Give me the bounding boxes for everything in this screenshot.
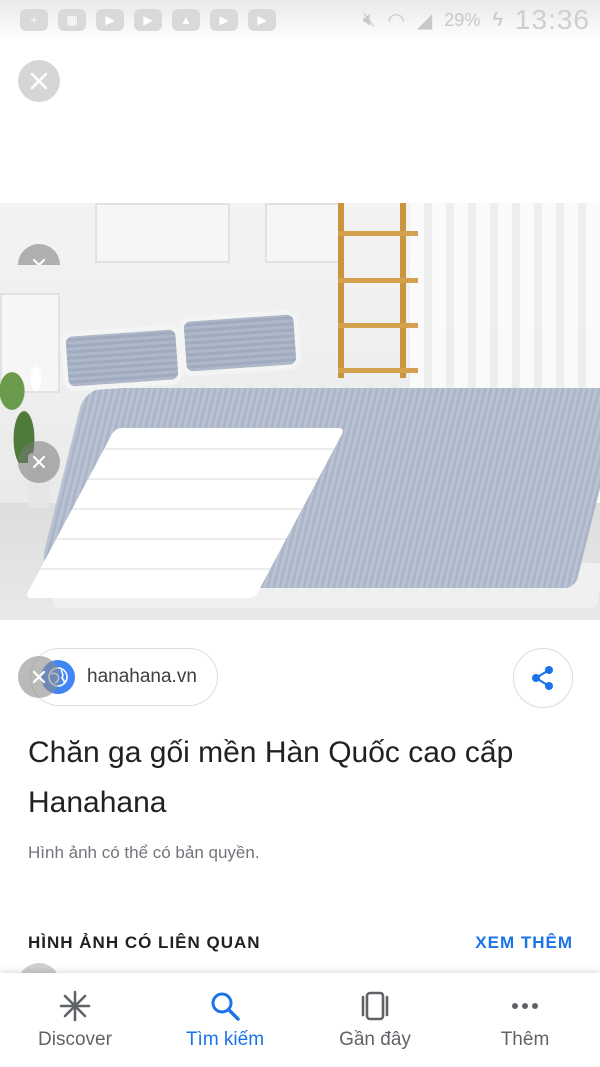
- youtube-icon: ▶: [96, 9, 124, 31]
- battery-charging-icon: ϟ: [492, 8, 503, 31]
- bottom-navigation: Discover Tìm kiếm Gần đây Thêm: [0, 973, 600, 1067]
- nav-more-label: Thêm: [500, 1029, 550, 1050]
- nav-discover-label: Discover: [38, 1029, 112, 1050]
- youtube-icon: ▶: [134, 9, 162, 31]
- notification-calendar-icon: ▦: [58, 9, 86, 31]
- youtube-icon: ▶: [210, 9, 238, 31]
- copyright-note: Hình ảnh có thể có bản quyền.: [28, 843, 260, 862]
- source-domain: hanahana.vn: [87, 666, 197, 687]
- pillow: [178, 308, 302, 378]
- nav-recent-label: Gần đây: [339, 1029, 411, 1050]
- signal-icon: ◢: [416, 9, 433, 32]
- notification-add-icon: +: [20, 9, 48, 31]
- share-button[interactable]: [513, 648, 573, 708]
- status-bar: + ▦ ▶ ▶ ▲ ▶ ▶ 🔇︎ ◠ ◢ 29% ϟ 13:36: [0, 0, 600, 40]
- recent-tabs-icon: [358, 989, 392, 1023]
- more-dots-icon: [508, 989, 542, 1023]
- pillow: [60, 323, 184, 393]
- close-icon: [18, 441, 60, 483]
- see-more-link[interactable]: XEM THÊM: [475, 933, 573, 953]
- close-icon: [30, 72, 48, 90]
- battery-percent: 29%: [444, 9, 481, 30]
- wall-panel: [95, 203, 230, 263]
- share-icon: [532, 666, 553, 690]
- close-button[interactable]: [18, 60, 60, 102]
- gallery-icon: ▲: [172, 9, 200, 31]
- nav-more[interactable]: Thêm: [450, 973, 600, 1067]
- result-image[interactable]: [0, 203, 600, 620]
- youtube-icon: ▶: [248, 9, 276, 31]
- mute-icon: 🔇︎: [362, 8, 376, 31]
- nav-discover[interactable]: Discover: [0, 973, 150, 1067]
- wifi-icon: ◠: [387, 9, 405, 32]
- asterisk-icon: [58, 989, 92, 1023]
- result-title[interactable]: Chăn ga gối mền Hàn Quốc cao cấp Hanahan…: [28, 728, 578, 828]
- nav-search-label: Tìm kiếm: [185, 1029, 265, 1050]
- wooden-shelf: [338, 203, 418, 378]
- search-icon: [209, 989, 241, 1023]
- nav-recent[interactable]: Gần đây: [300, 973, 450, 1067]
- wall-panel: [265, 203, 340, 263]
- nav-search[interactable]: Tìm kiếm: [150, 973, 300, 1067]
- clock: 13:36: [514, 4, 590, 35]
- related-images-heading: HÌNH ẢNH CÓ LIÊN QUAN: [28, 933, 261, 952]
- system-status: 🔇︎ ◠ ◢ 29% ϟ 13:36: [363, 4, 590, 36]
- notification-icons: + ▦ ▶ ▶ ▲ ▶ ▶: [20, 9, 276, 31]
- close-icon: [18, 656, 60, 698]
